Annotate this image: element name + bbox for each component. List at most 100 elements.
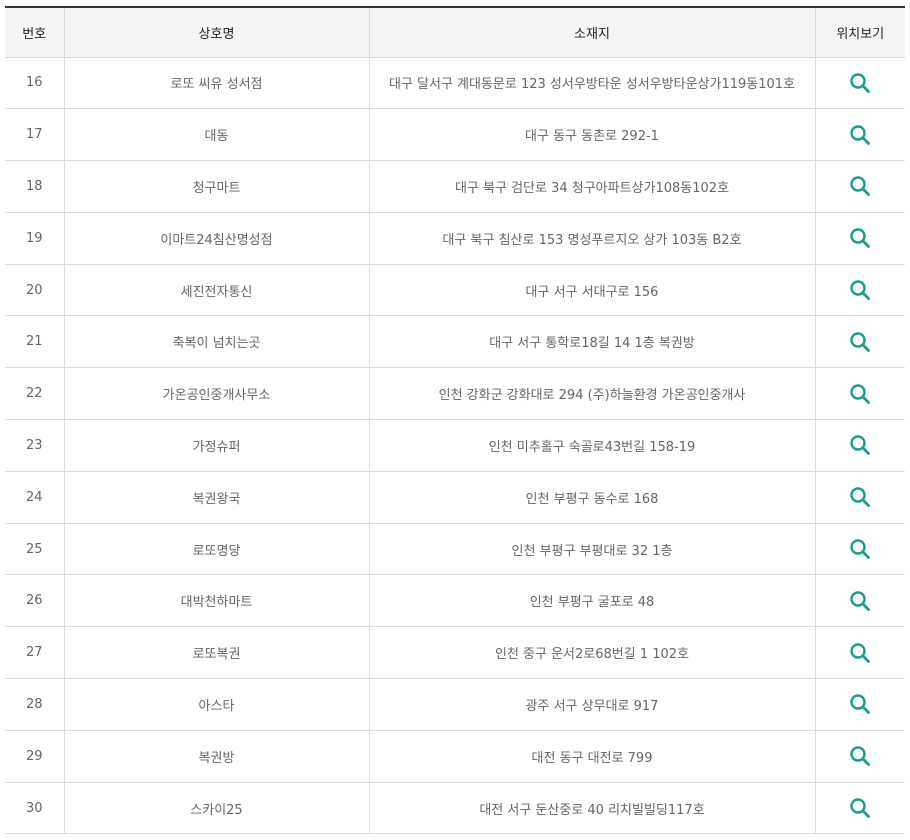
row-store-name: 아스타 [64, 678, 370, 731]
table-row: 17 대동 대구 동구 동촌로 292-1 [5, 108, 905, 162]
search-icon [850, 435, 871, 456]
row-no: 18 [5, 160, 65, 213]
row-location-cell [815, 419, 905, 472]
search-icon [850, 694, 871, 715]
search-icon [850, 798, 871, 818]
row-location-cell [815, 367, 905, 421]
header-location: 위치보기 [815, 6, 905, 58]
table-row: 29 복권방 대전 동구 대전로 799 [5, 730, 905, 783]
row-store-name: 로또 씨유 성서점 [64, 57, 370, 110]
store-table: 번호 상호명 소재지 위치보기 16 로또 씨유 성서점 대구 달서구 계대동문… [5, 6, 905, 835]
row-store-name: 가정슈퍼 [64, 419, 370, 472]
search-icon [850, 124, 871, 145]
row-address: 인천 부평구 굴포로 48 [369, 574, 816, 628]
table-row: 27 로또복권 인천 중구 운서2로68번길 1 102호 [5, 626, 905, 680]
row-location-cell [815, 626, 905, 680]
row-location-cell [815, 523, 905, 576]
row-address: 인천 강화군 강화대로 294 (주)하늘환경 가온공인중개사 [369, 367, 816, 421]
row-store-name: 이마트24침산명성점 [64, 212, 370, 265]
location-search-button[interactable] [848, 123, 872, 147]
row-address: 인천 중구 운서2로68번길 1 102호 [369, 626, 816, 680]
table-row: 24 복권왕국 인천 부평구 동수로 168 [5, 471, 905, 524]
row-store-name: 축복이 넘치는곳 [64, 315, 370, 369]
row-no: 26 [5, 574, 65, 628]
row-location-cell [815, 678, 905, 731]
row-no: 23 [5, 419, 65, 472]
row-location-cell [815, 471, 905, 524]
table-row: 26 대박천하마트 인천 부평구 굴포로 48 [5, 574, 905, 628]
row-address: 대구 동구 동촌로 292-1 [369, 108, 816, 162]
row-address: 인천 부평구 부평대로 32 1층 [369, 523, 816, 576]
search-icon [850, 642, 871, 663]
row-location-cell [815, 574, 905, 628]
row-address: 대구 서구 통학로18길 14 1층 복권방 [369, 315, 816, 369]
table-header: 번호 상호명 소재지 위치보기 [5, 6, 905, 58]
table-row: 16 로또 씨유 성서점 대구 달서구 계대동문로 123 성서우방타운 성서우… [5, 57, 905, 110]
table-row: 21 축복이 넘치는곳 대구 서구 통학로18길 14 1층 복권방 [5, 315, 905, 369]
location-search-button[interactable] [848, 744, 872, 768]
location-search-button[interactable] [848, 796, 872, 820]
store-list: 번호 상호명 소재지 위치보기 16 로또 씨유 성서점 대구 달서구 계대동문… [5, 6, 905, 835]
location-search-button[interactable] [848, 433, 872, 457]
location-search-button[interactable] [848, 692, 872, 716]
header-name: 상호명 [64, 6, 370, 58]
row-store-name: 청구마트 [64, 160, 370, 213]
row-no: 20 [5, 264, 65, 317]
row-no: 22 [5, 367, 65, 421]
row-address: 대전 서구 둔산중로 40 리치빌빌딩117호 [369, 782, 816, 835]
location-search-button[interactable] [848, 537, 872, 561]
row-no: 25 [5, 523, 65, 576]
table-row: 22 가온공인중개사무소 인천 강화군 강화대로 294 (주)하늘환경 가온공… [5, 367, 905, 421]
location-search-button[interactable] [848, 226, 872, 250]
table-row: 19 이마트24침산명성점 대구 북구 침산로 153 명성푸르지오 상가 10… [5, 212, 905, 265]
row-store-name: 가온공인중개사무소 [64, 367, 370, 421]
row-address: 인천 미추홀구 숙골로43번길 158-19 [369, 419, 816, 472]
row-no: 30 [5, 782, 65, 835]
search-icon [850, 591, 871, 611]
header-address: 소재지 [369, 6, 816, 58]
row-address: 대전 동구 대전로 799 [369, 730, 816, 783]
table-row: 18 청구마트 대구 북구 검단로 34 청구아파트상가108동102호 [5, 160, 905, 213]
search-icon [850, 176, 871, 197]
search-icon [850, 746, 871, 767]
search-icon [850, 539, 871, 559]
row-address: 대구 서구 서대구로 156 [369, 264, 816, 317]
row-store-name: 로또복권 [64, 626, 370, 680]
header-row: 번호 상호명 소재지 위치보기 [5, 6, 905, 58]
row-location-cell [815, 212, 905, 265]
table-row: 28 아스타 광주 서구 상무대로 917 [5, 678, 905, 731]
location-search-button[interactable] [848, 589, 872, 613]
row-no: 27 [5, 626, 65, 680]
location-search-button[interactable] [848, 278, 872, 302]
row-address: 광주 서구 상무대로 917 [369, 678, 816, 731]
search-icon [850, 228, 871, 249]
location-search-button[interactable] [848, 330, 872, 354]
row-location-cell [815, 160, 905, 213]
row-location-cell [815, 108, 905, 162]
row-no: 24 [5, 471, 65, 524]
search-icon [850, 332, 871, 352]
location-search-button[interactable] [848, 485, 872, 509]
row-store-name: 복권왕국 [64, 471, 370, 524]
table-row: 25 로또명당 인천 부평구 부평대로 32 1층 [5, 523, 905, 576]
row-store-name: 대동 [64, 108, 370, 162]
table-row: 30 스카이25 대전 서구 둔산중로 40 리치빌빌딩117호 [5, 782, 905, 835]
search-icon [850, 487, 871, 508]
row-address: 대구 북구 침산로 153 명성푸르지오 상가 103동 B2호 [369, 212, 816, 265]
location-search-button[interactable] [848, 174, 872, 198]
row-store-name: 스카이25 [64, 782, 370, 835]
location-search-button[interactable] [848, 382, 872, 406]
location-search-button[interactable] [848, 71, 872, 95]
location-search-button[interactable] [848, 641, 872, 665]
row-address: 대구 달서구 계대동문로 123 성서우방타운 성서우방타운상가119동101호 [369, 57, 816, 110]
search-icon [850, 73, 871, 93]
row-store-name: 대박천하마트 [64, 574, 370, 628]
table-body: 16 로또 씨유 성서점 대구 달서구 계대동문로 123 성서우방타운 성서우… [5, 57, 905, 835]
row-store-name: 로또명당 [64, 523, 370, 576]
row-address: 인천 부평구 동수로 168 [369, 471, 816, 524]
table-row: 23 가정슈퍼 인천 미추홀구 숙골로43번길 158-19 [5, 419, 905, 472]
header-no: 번호 [5, 6, 65, 58]
table-row: 20 세진전자통신 대구 서구 서대구로 156 [5, 264, 905, 317]
row-no: 21 [5, 315, 65, 369]
row-address: 대구 북구 검단로 34 청구아파트상가108동102호 [369, 160, 816, 213]
